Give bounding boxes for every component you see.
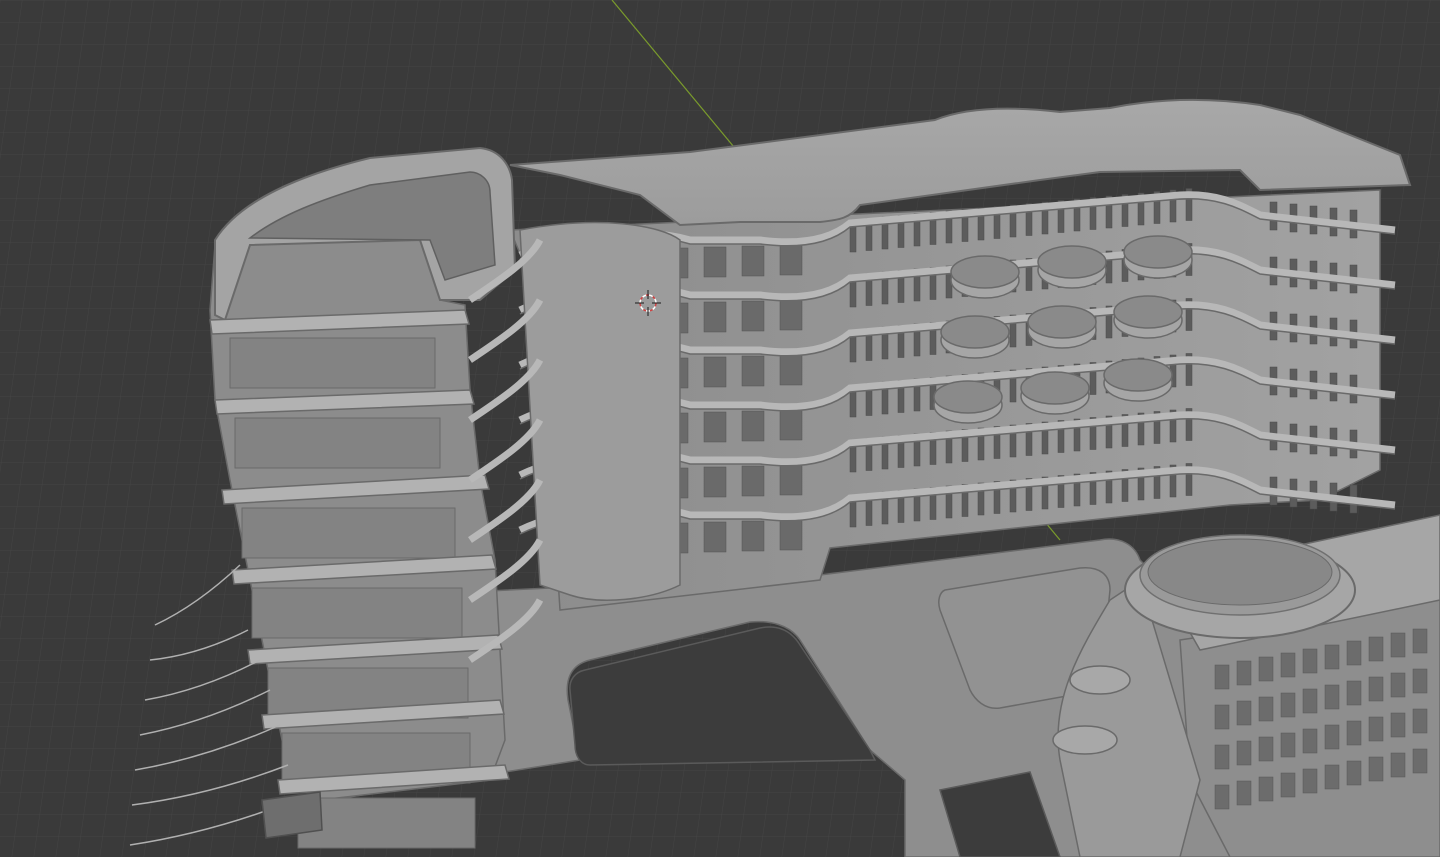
window xyxy=(1302,768,1318,794)
window xyxy=(779,409,803,441)
window xyxy=(1412,628,1428,654)
window xyxy=(1214,744,1230,770)
window xyxy=(703,356,727,388)
entry-structure xyxy=(261,791,323,839)
window xyxy=(1236,700,1252,726)
window xyxy=(1390,632,1406,658)
window xyxy=(1412,668,1428,694)
window xyxy=(703,301,727,333)
window xyxy=(703,246,727,278)
window xyxy=(1368,716,1384,742)
balcony-rim xyxy=(1037,245,1107,279)
round-balconies xyxy=(933,235,1193,424)
3d-viewport[interactable] xyxy=(0,0,1440,857)
window xyxy=(1214,704,1230,730)
window xyxy=(1236,780,1252,806)
tower-panel xyxy=(297,797,476,849)
window xyxy=(1346,760,1362,786)
window xyxy=(741,245,765,277)
window xyxy=(1346,640,1362,666)
window xyxy=(1258,656,1274,682)
window xyxy=(1324,724,1340,750)
balcony-rim xyxy=(950,255,1020,289)
tower-panel xyxy=(251,587,463,639)
window xyxy=(1368,756,1384,782)
window xyxy=(1390,712,1406,738)
window xyxy=(1236,740,1252,766)
window xyxy=(1214,664,1230,690)
balcony-rim xyxy=(1027,305,1097,339)
balcony-rim xyxy=(1103,358,1173,392)
balcony-rim xyxy=(1123,235,1193,269)
window xyxy=(1368,676,1384,702)
window xyxy=(703,521,727,553)
tower-panel xyxy=(241,507,456,559)
balcony-rim xyxy=(1020,371,1090,405)
window xyxy=(1368,636,1384,662)
window xyxy=(1324,644,1340,670)
tower-panel xyxy=(229,337,436,389)
balcony-rim xyxy=(933,380,1003,414)
balcony-rim xyxy=(1113,295,1183,329)
window xyxy=(1390,672,1406,698)
window xyxy=(1346,720,1362,746)
window xyxy=(703,466,727,498)
curved-tower xyxy=(519,221,681,601)
window xyxy=(779,299,803,331)
balcony-rim xyxy=(940,315,1010,349)
window xyxy=(1390,752,1406,778)
window xyxy=(779,244,803,276)
tower-panel xyxy=(234,417,441,469)
window xyxy=(1324,684,1340,710)
window xyxy=(1302,728,1318,754)
window xyxy=(779,519,803,551)
window xyxy=(1280,692,1296,718)
window xyxy=(1412,708,1428,734)
window xyxy=(741,410,765,442)
window xyxy=(741,300,765,332)
window xyxy=(1280,652,1296,678)
window xyxy=(1346,680,1362,706)
window xyxy=(741,355,765,387)
window xyxy=(1280,732,1296,758)
window xyxy=(1412,748,1428,774)
window xyxy=(1258,736,1274,762)
window xyxy=(1324,764,1340,790)
window xyxy=(703,411,727,443)
window xyxy=(1302,688,1318,714)
window xyxy=(1258,696,1274,722)
window xyxy=(1258,776,1274,802)
window xyxy=(1214,784,1230,810)
window xyxy=(1236,660,1252,686)
window xyxy=(779,464,803,496)
window xyxy=(779,354,803,386)
window xyxy=(1280,772,1296,798)
window xyxy=(741,520,765,552)
viewport-canvas[interactable] xyxy=(0,0,1440,857)
window xyxy=(1302,648,1318,674)
window xyxy=(741,465,765,497)
